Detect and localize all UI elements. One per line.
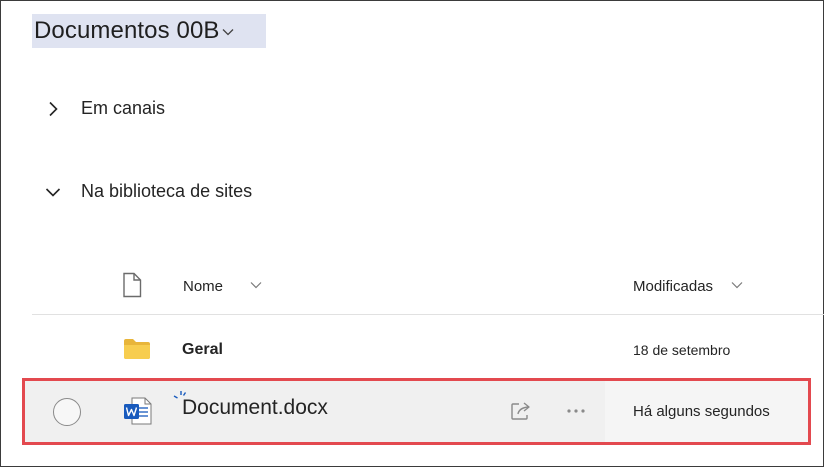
- chevron-down-icon: [222, 29, 233, 36]
- item-modified: Há alguns segundos: [633, 403, 770, 420]
- column-header-row: Nome Modificadas: [0, 262, 824, 312]
- page-title: Documentos 00B: [34, 17, 220, 44]
- item-name[interactable]: Document.docx: [182, 396, 328, 420]
- chevron-down-icon[interactable]: [249, 278, 263, 292]
- chevron-right-icon: [49, 101, 58, 116]
- section-em-canais[interactable]: Em canais: [44, 98, 165, 119]
- section-label: Na biblioteca de sites: [81, 181, 253, 201]
- section-biblioteca-de-sites[interactable]: Na biblioteca de sites: [44, 181, 252, 202]
- table-row-content: Document.docx Há alguns segundos: [25, 381, 808, 442]
- header-divider: [32, 314, 824, 315]
- item-modified: 18 de setembro: [633, 342, 731, 358]
- column-header-name[interactable]: Nome: [183, 278, 223, 295]
- word-doc-icon: [124, 397, 152, 425]
- table-row-selected[interactable]: Document.docx Há alguns segundos: [22, 378, 811, 445]
- chevron-down-icon: [45, 187, 61, 197]
- chevron-down-icon[interactable]: [730, 278, 744, 292]
- column-header-modified[interactable]: Modificadas: [633, 278, 713, 295]
- file-type-icon[interactable]: [121, 272, 143, 298]
- more-options-icon[interactable]: [560, 399, 592, 423]
- row-select-radio[interactable]: [53, 398, 81, 426]
- library-title-selector[interactable]: Documentos 00B: [32, 14, 266, 48]
- table-row[interactable]: Geral 18 de setembro: [0, 322, 824, 376]
- item-name[interactable]: Geral: [182, 341, 223, 359]
- section-label: Em canais: [81, 98, 166, 118]
- share-icon[interactable]: [509, 399, 533, 423]
- folder-icon: [124, 339, 150, 359]
